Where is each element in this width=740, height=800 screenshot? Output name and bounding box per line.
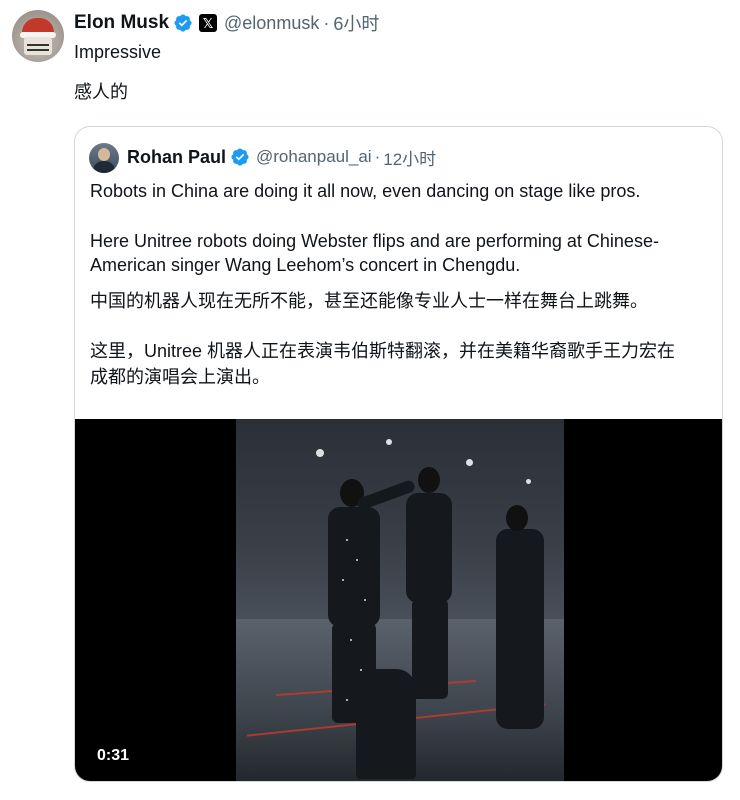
quoted-author-name[interactable]: Rohan Paul — [127, 147, 226, 168]
sequin — [346, 699, 348, 701]
stage-light — [386, 439, 392, 445]
dancer-right-head — [506, 505, 528, 531]
separator-dot: · — [374, 147, 381, 166]
author-name[interactable]: Elon Musk — [74, 12, 169, 34]
avatar-rohan-paul[interactable] — [89, 143, 119, 173]
quoted-tweet-header: Rohan Paul @rohanpaul_ai · 12小时 — [127, 144, 436, 170]
quoted-text-line: Here Unitree robots doing Webster flips … — [90, 231, 659, 251]
sequin — [350, 639, 352, 641]
sequin — [360, 669, 362, 671]
author-handle[interactable]: @elonmusk — [224, 13, 319, 34]
x-affiliate-badge-icon: 𝕏 — [199, 14, 218, 32]
tweet-timestamp[interactable]: 6小时 — [333, 10, 379, 36]
singer-body — [328, 507, 380, 627]
tweet-header: Elon Musk 𝕏 @elonmusk · 6小时 — [74, 9, 379, 37]
avatar-head — [98, 148, 110, 161]
quoted-text-line: 这里，Unitree 机器人正在表演韦伯斯特翻滚，并在美籍华裔歌手王力宏在 — [90, 341, 676, 361]
avatar-face — [24, 37, 52, 55]
stage-light — [466, 459, 473, 466]
sequin — [364, 599, 366, 601]
avatar-body — [93, 161, 115, 173]
quoted-tweet-timestamp[interactable]: 12小时 — [383, 145, 436, 170]
quoted-text-line: Robots in China are doing it all now, ev… — [90, 181, 641, 201]
video-player[interactable]: 0:31 — [75, 419, 722, 781]
quoted-text-line: 成都的演唱会上演出。 — [90, 367, 270, 387]
tweet-text-line: Impressive — [74, 42, 162, 62]
quoted-text-line: American singer Wang Leehom’s concert in… — [90, 255, 521, 275]
performer-body — [406, 493, 452, 603]
avatar-detail — [27, 44, 49, 46]
dancer-left-foreground — [356, 669, 416, 779]
sequin — [346, 539, 348, 541]
quoted-author-handle[interactable]: @rohanpaul_ai — [256, 147, 372, 167]
quoted-tweet-card[interactable]: Rohan Paul @rohanpaul_ai · 12小时 Robots i… — [74, 126, 723, 782]
stage-light — [526, 479, 531, 484]
tweet-text-line: 感人的 — [74, 82, 128, 102]
sequin — [356, 559, 358, 561]
video-duration: 0:31 — [97, 747, 130, 764]
video-frame-concert-stage — [236, 419, 564, 781]
verified-badge-icon — [231, 148, 249, 166]
sequin — [342, 579, 344, 581]
separator-dot: · — [323, 12, 330, 33]
verified-badge-icon — [174, 14, 192, 32]
tweet-page: Elon Musk 𝕏 @elonmusk · 6小时 Impressive 感… — [0, 0, 740, 800]
quoted-text-line: 中国的机器人现在无所不能，甚至还能像专业人士一样在舞台上跳舞。 — [90, 291, 648, 311]
avatar-detail — [27, 49, 49, 51]
dancer-right — [496, 529, 544, 729]
stage-light — [316, 449, 324, 457]
avatar-elon-musk[interactable] — [12, 10, 64, 62]
performer-legs — [412, 599, 448, 699]
performer-head — [418, 467, 440, 493]
